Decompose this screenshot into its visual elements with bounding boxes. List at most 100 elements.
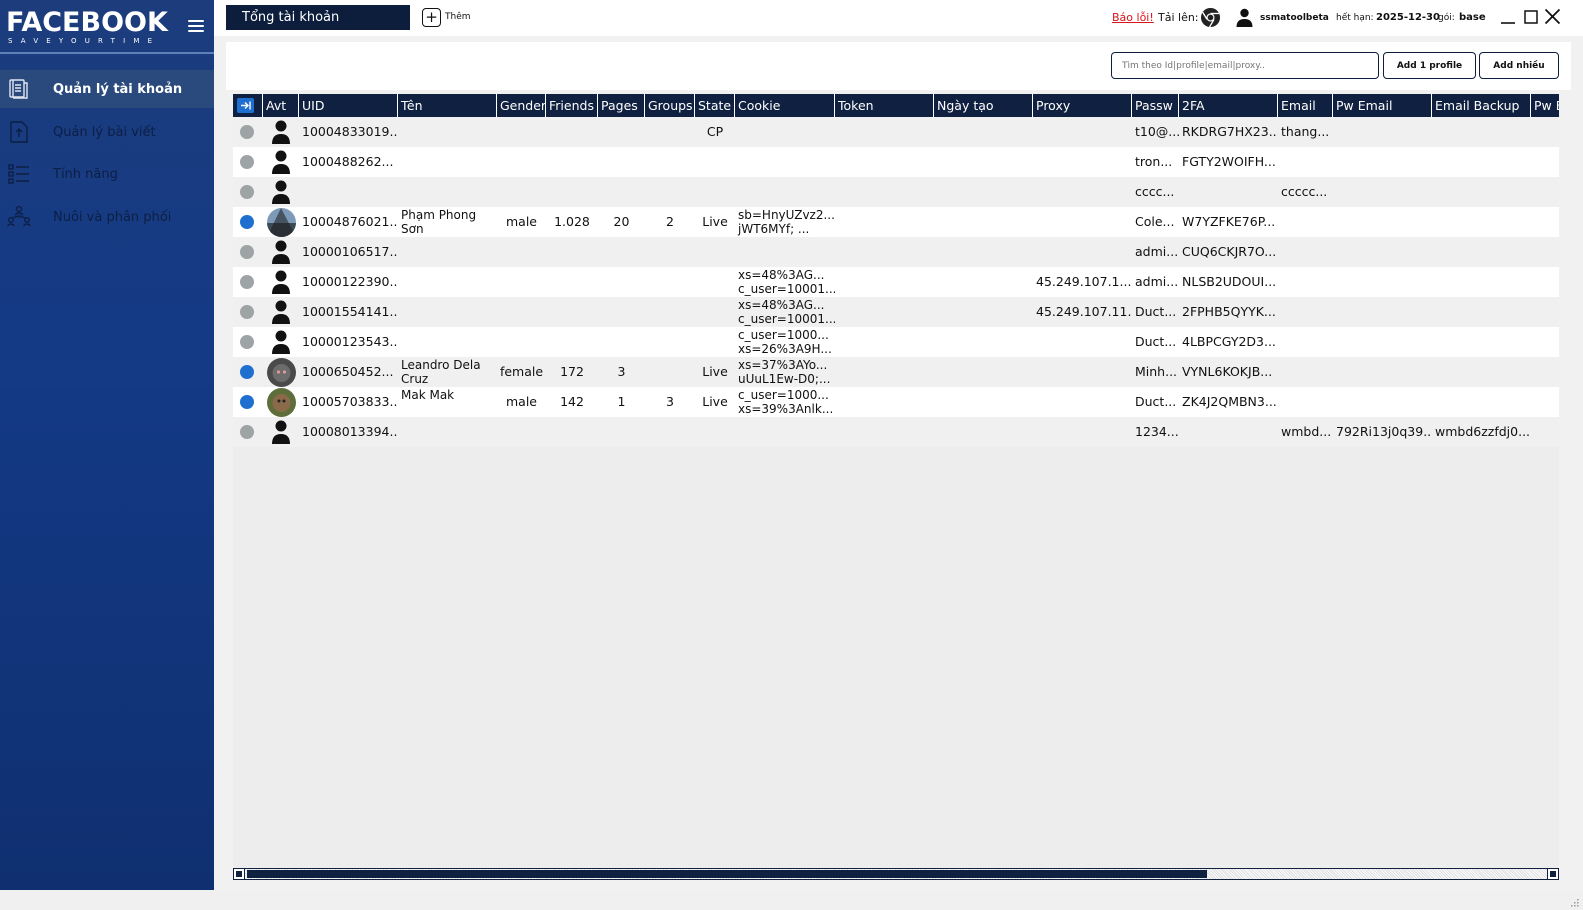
chrome-icon[interactable] bbox=[1200, 7, 1221, 28]
horizontal-scrollbar[interactable] bbox=[233, 868, 1559, 880]
sidebar-item-account-management[interactable]: Quản lý tài khoản bbox=[0, 70, 214, 108]
column-header[interactable]: UID bbox=[299, 94, 398, 118]
column-header[interactable]: Token bbox=[835, 94, 934, 118]
cell-groups bbox=[645, 237, 695, 267]
status-dot-icon[interactable] bbox=[240, 425, 254, 439]
add-one-profile-button[interactable]: Add 1 profile bbox=[1383, 52, 1476, 79]
table-row[interactable]: 1000488262... tron... FGTY2WOIFH... bbox=[233, 147, 1559, 177]
cell-state bbox=[695, 237, 735, 267]
default-avatar-icon bbox=[272, 300, 290, 324]
status-dot-icon[interactable] bbox=[240, 305, 254, 319]
table-row[interactable]: 10004876021... Phạm Phong Sơn male 1.028 20 2… bbox=[233, 207, 1559, 237]
cell-friends bbox=[546, 327, 598, 357]
cell-pw-email bbox=[1333, 267, 1432, 297]
cell-twofa: RKDRG7HX23... bbox=[1182, 124, 1278, 139]
cell-proxy bbox=[1033, 237, 1132, 267]
table-row[interactable]: 1000650452... Leandro Dela Cruz female 172 3… bbox=[233, 357, 1559, 387]
cell-twofa: VYNL6KOKJB... bbox=[1182, 364, 1273, 379]
cell-state: Live bbox=[702, 394, 728, 409]
table-row[interactable]: 10000122390... xs=48%3AG... c_user=10001.… bbox=[233, 267, 1559, 297]
status-dot-icon[interactable] bbox=[240, 275, 254, 289]
default-avatar-icon bbox=[272, 180, 290, 204]
status-dot-icon[interactable] bbox=[240, 395, 254, 409]
column-header[interactable]: Proxy bbox=[1033, 94, 1132, 118]
maximize-icon[interactable] bbox=[1524, 10, 1538, 24]
column-header[interactable]: Ngày tạo bbox=[934, 94, 1033, 118]
sidebar-item-features[interactable]: Tính năng bbox=[0, 155, 214, 193]
table-row[interactable]: 10005703833... Mak Mak male 142 1 3 Live c_user… bbox=[233, 387, 1559, 417]
cell-pages bbox=[598, 297, 645, 327]
cell-twofa bbox=[1179, 177, 1278, 207]
cell-proxy bbox=[1033, 147, 1132, 177]
table-row[interactable]: 10000123543... c_user=1000... xs=26%3A9H.… bbox=[233, 327, 1559, 357]
account-filter-select[interactable]: Tổng tài khoản bbox=[226, 5, 410, 30]
cell-token bbox=[835, 267, 934, 297]
sidebar-item-post-management[interactable]: Quản lý bài viết bbox=[0, 113, 214, 151]
cell-name bbox=[398, 297, 497, 327]
select-all-icon[interactable] bbox=[237, 98, 254, 113]
cell-pages bbox=[598, 177, 645, 207]
column-header[interactable]: Email bbox=[1278, 94, 1333, 118]
cell-uid: 1000488262... bbox=[302, 154, 394, 169]
cell-proxy: 45.249.107.11... bbox=[1036, 304, 1132, 319]
table-row[interactable]: cccc... ccccc... bbox=[233, 177, 1559, 207]
column-header[interactable]: Gender bbox=[497, 94, 546, 118]
status-dot-icon[interactable] bbox=[240, 185, 254, 199]
cell-twofa: 4LBPCGY2D3... bbox=[1182, 334, 1276, 349]
add-button[interactable]: + Thêm bbox=[422, 7, 471, 27]
cell-cookie: sb=HnyUZvz2... jWT6MYf; ... bbox=[738, 208, 835, 236]
table-row[interactable]: 10000106517... admi... CUQ6CKJR7O... bbox=[233, 237, 1559, 267]
status-dot-icon[interactable] bbox=[240, 335, 254, 349]
column-header[interactable]: Groups bbox=[645, 94, 695, 118]
column-header[interactable]: Passw bbox=[1132, 94, 1179, 118]
cell-password: 1234... bbox=[1135, 424, 1179, 439]
cell-password: Minh... bbox=[1135, 364, 1178, 379]
status-dot-icon[interactable] bbox=[240, 245, 254, 259]
hamburger-menu-icon[interactable] bbox=[188, 20, 204, 34]
cell-state bbox=[695, 177, 735, 207]
resize-grip-icon[interactable] bbox=[1569, 897, 1579, 907]
report-bug-link[interactable]: Báo lỗi! bbox=[1112, 11, 1154, 24]
cell-email-backup bbox=[1432, 267, 1531, 297]
scroll-left-arrow[interactable] bbox=[234, 869, 245, 879]
cell-state bbox=[695, 417, 735, 447]
column-header[interactable]: Friends bbox=[546, 94, 598, 118]
column-header[interactable]: Pw Email bbox=[1333, 94, 1432, 118]
cell-pw-email-backup bbox=[1531, 237, 1559, 267]
close-icon[interactable] bbox=[1544, 8, 1561, 25]
cell-email-backup bbox=[1432, 207, 1531, 237]
table-row[interactable]: 10001554141... xs=48%3AG... c_user=10001.… bbox=[233, 297, 1559, 327]
status-dot-icon[interactable] bbox=[240, 365, 254, 379]
cell-email-backup bbox=[1432, 327, 1531, 357]
column-header[interactable]: Cookie bbox=[735, 94, 835, 118]
status-dot-icon[interactable] bbox=[240, 125, 254, 139]
cell-proxy: 45.249.107.1... bbox=[1036, 274, 1132, 289]
search-input[interactable] bbox=[1111, 52, 1379, 79]
scrollbar-thumb[interactable] bbox=[247, 870, 1207, 878]
cell-cookie: xs=37%3AYo... uUuL1Ew-D0;... bbox=[738, 358, 831, 386]
add-many-button[interactable]: Add nhiều bbox=[1479, 52, 1559, 79]
column-header[interactable]: Pages bbox=[598, 94, 645, 118]
add-button-label: Thêm bbox=[445, 12, 471, 22]
cell-email-backup bbox=[1432, 357, 1531, 387]
cell-created bbox=[934, 117, 1033, 147]
column-header[interactable]: State bbox=[695, 94, 735, 118]
column-header[interactable]: Pw E bbox=[1531, 94, 1559, 118]
cell-gender bbox=[497, 237, 546, 267]
status-dot-icon[interactable] bbox=[240, 215, 254, 229]
column-header[interactable]: Tên bbox=[398, 94, 497, 118]
cell-gender: female bbox=[499, 364, 544, 379]
cell-password: Duct... bbox=[1135, 394, 1177, 409]
scroll-right-arrow[interactable] bbox=[1547, 869, 1558, 879]
status-dot-icon[interactable] bbox=[240, 155, 254, 169]
minimize-icon[interactable] bbox=[1500, 11, 1516, 25]
column-header[interactable]: Email Backup bbox=[1432, 94, 1531, 118]
column-header[interactable]: 2FA bbox=[1179, 94, 1278, 118]
checklist-icon bbox=[8, 164, 29, 184]
table-row[interactable]: 10004833019... CP t10@... RKDRG7HX23... than… bbox=[233, 117, 1559, 147]
cell-state bbox=[695, 297, 735, 327]
table-row[interactable]: 10008013394... 1234... wmbd... 792Ri13j0q39… bbox=[233, 417, 1559, 447]
cell-email-backup bbox=[1432, 177, 1531, 207]
sidebar-item-nurture-distribute[interactable]: Nuôi và phân phối bbox=[0, 198, 214, 236]
column-header[interactable]: Avt bbox=[263, 94, 299, 118]
